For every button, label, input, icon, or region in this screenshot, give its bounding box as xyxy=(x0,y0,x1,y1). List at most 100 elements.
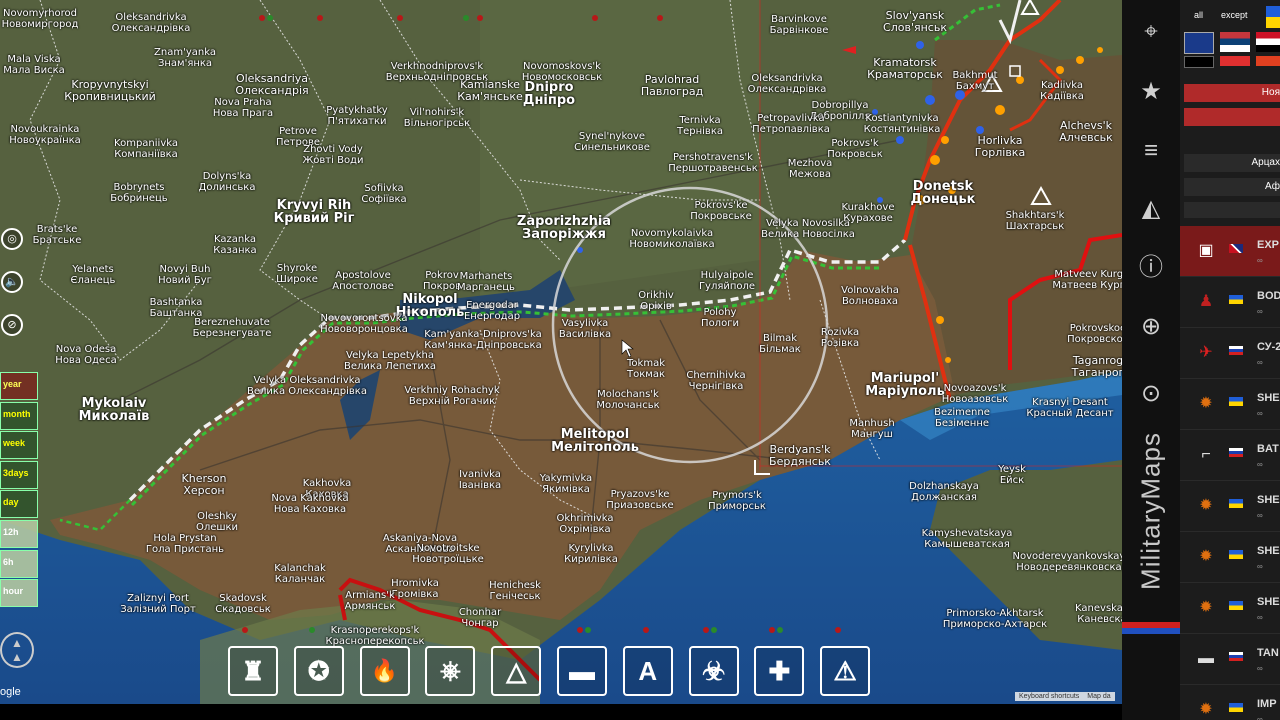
town-label[interactable]: Ternivka Тернівка xyxy=(677,115,723,137)
town-label[interactable]: Marhanets Марганець xyxy=(457,271,515,293)
filter-button-1[interactable]: Ноя xyxy=(1184,84,1280,102)
town-label[interactable]: Okhrimivka Охрімівка xyxy=(556,513,613,535)
town-label[interactable]: Krasnoperekops'k Красноперекопськ xyxy=(325,625,424,647)
list-icon[interactable]: ≡ xyxy=(1137,137,1165,165)
town-label[interactable]: Kompaniivka Компаніївка xyxy=(114,138,178,160)
biohazard-tool-button[interactable]: ☣ xyxy=(688,646,739,696)
town-label[interactable]: Oleshky Олешки xyxy=(196,511,238,533)
town-label[interactable]: Brats'ke Братське xyxy=(33,224,82,246)
town-label[interactable]: Skadovsk Скадовськ xyxy=(215,593,271,615)
city-label-pavlohrad[interactable]: Pavlohrad Павлоград xyxy=(641,74,703,98)
town-label[interactable]: Matveev KurganМатвеев Курган xyxy=(1052,269,1122,291)
town-label[interactable]: Kurakhove Курахове xyxy=(842,202,895,224)
event-row[interactable]: ▬ TAN ∞ xyxy=(1180,634,1280,685)
town-label[interactable]: Mala Viska Мала Виска xyxy=(3,54,64,76)
town-label[interactable]: Novoderevyankovskaya Новодеревянковская xyxy=(1013,551,1122,573)
town-label[interactable]: Novoazovs'k Новоазовськ xyxy=(942,383,1009,405)
city-label-slovyansk[interactable]: Slov'yansk Слов'янськ xyxy=(883,10,947,34)
town-label[interactable]: Novyi Buh Новий Буг xyxy=(158,264,212,286)
crosshair-icon[interactable]: ⊕ xyxy=(1137,313,1165,341)
location-pin-icon[interactable]: ⌖ xyxy=(1137,18,1165,46)
town-label[interactable]: Yakymivka Якимівка xyxy=(540,473,592,495)
town-label[interactable]: Polohy Пологи xyxy=(701,307,739,329)
tab-except[interactable]: except xyxy=(1221,10,1248,20)
time-filter-month[interactable]: month xyxy=(0,401,38,430)
filter-button-2[interactable] xyxy=(1184,108,1280,126)
town-label[interactable]: Oleksandrivka Олександрівка xyxy=(112,12,191,34)
time-filter-6h[interactable]: 6h xyxy=(0,549,38,578)
target-icon[interactable]: ◎ xyxy=(1,228,23,250)
town-label[interactable]: Zhovti Vody Жовті Води xyxy=(303,144,364,166)
town-label[interactable]: Prymors'k Приморськ xyxy=(708,490,766,512)
event-row[interactable]: ▣ EXP ∞ xyxy=(1180,226,1280,277)
route-tool-button[interactable]: ⎈ xyxy=(425,646,476,696)
town-label[interactable]: Novoukrainka Новоукраїнка xyxy=(9,124,81,146)
town-label[interactable]: Novovorontsovka Нововоронцовка xyxy=(320,313,408,335)
town-label[interactable]: Barvinkove Барвінкове xyxy=(770,14,829,36)
keyboard-shortcuts-link[interactable]: Keyboard shortcuts Map da xyxy=(1015,692,1115,701)
town-label[interactable]: Kalanchak Каланчак xyxy=(274,563,326,585)
triangle-nodes-tool-button[interactable]: △ xyxy=(491,646,542,696)
city-label-mariupol[interactable]: Mariupol' Маріуполь xyxy=(865,372,945,398)
town-label[interactable]: Sofiivka Софіївка xyxy=(361,183,406,205)
town-label[interactable]: Velyka Oleksandrivka Велика Олександрівка xyxy=(247,375,367,397)
town-label[interactable]: Hola Prystan Гола Пристань xyxy=(146,533,224,555)
town-label[interactable]: Ivanivka Іванівка xyxy=(459,469,501,491)
town-label[interactable]: Bereznehuvate Березнегувате xyxy=(193,317,272,339)
compass-icon[interactable]: ⊘ xyxy=(1,314,23,336)
town-label[interactable]: Yeysk Ейск xyxy=(998,464,1026,486)
town-label[interactable]: Novotroitske Новотроїцьке xyxy=(412,543,484,565)
city-label-kramatorsk[interactable]: Kramatorsk Краматорськ xyxy=(867,57,943,81)
town-label[interactable]: Vil'nohirs'k Вільногірськ xyxy=(404,107,470,129)
town-label[interactable]: Kam'yanka-Dniprovs'ka Кам'янка-Дніпровськ… xyxy=(424,329,542,351)
map-view[interactable]: Kropyvnytskyi Кропивницький Oleksandriya Ол… xyxy=(0,0,1122,704)
city-label-kirovohrad[interactable]: Kropyvnytskyi Кропивницький xyxy=(64,79,156,103)
time-filter-12h[interactable]: 12h xyxy=(0,519,38,548)
gauge-icon[interactable]: ⊙ xyxy=(1137,380,1165,408)
town-label[interactable]: Novomyrhorod Новомиргород xyxy=(2,8,79,30)
north-arrow-button[interactable]: ▲ ▲ xyxy=(0,632,34,668)
city-label-donetsk[interactable]: Donetsk Донецьк xyxy=(911,180,976,206)
town-label[interactable]: Dolyns'ka Долинська xyxy=(199,171,256,193)
city-label-alchevsk[interactable]: Alchevs'k Алчевськ xyxy=(1059,120,1112,144)
flag-syria[interactable] xyxy=(1256,32,1280,52)
time-filter-week[interactable]: week xyxy=(0,431,38,460)
town-label[interactable]: Tokmak Токмак xyxy=(627,358,665,380)
town-label[interactable]: Shakhtars'k Шахтарськ xyxy=(1006,210,1065,232)
town-label[interactable]: Shyroke Широке xyxy=(276,263,318,285)
town-label[interactable]: Energodar Енергодар xyxy=(464,300,520,322)
event-row[interactable]: ✹ IMP ∞ xyxy=(1180,685,1280,720)
town-label[interactable]: Petropavlivka Петропавлівка xyxy=(752,113,830,135)
town-label[interactable]: Vasylivka Василівка xyxy=(559,318,611,340)
city-label-kryvyi-rih[interactable]: Kryvyi Rih Кривий Ріг xyxy=(274,199,355,225)
text-tool-button[interactable]: A xyxy=(622,646,673,696)
city-label-taganrog[interactable]: Taganrog Таганрог xyxy=(1072,355,1122,379)
town-label[interactable]: Verkhniy Rohachyk Верхній Рогачик xyxy=(404,385,499,407)
town-label[interactable]: Nova Praha Нова Прага xyxy=(213,97,273,119)
town-label[interactable]: Molochans'k Молочанськ xyxy=(596,389,659,411)
town-label[interactable]: Chonhar Чонгар xyxy=(459,607,501,629)
town-label[interactable]: Nova Odesa Нова Одеса xyxy=(55,344,116,366)
ruler-tool-button[interactable]: ▬ xyxy=(557,646,607,696)
town-label[interactable]: Armians'k Армянськ xyxy=(345,590,396,612)
navigation-icon[interactable]: ◭ xyxy=(1137,195,1165,223)
medical-cross-tool-button[interactable]: ✚ xyxy=(754,646,805,696)
town-label[interactable]: PokrovskoeПокровское xyxy=(1067,323,1122,345)
filter-region-1[interactable]: Арцах xyxy=(1184,154,1280,172)
town-label[interactable]: Orikhiv Оріхів xyxy=(638,290,674,312)
town-label[interactable]: Pryazovs'ke Приазовське xyxy=(606,489,673,511)
city-label-mykolaiv[interactable]: Mykolaiv Миколаїв xyxy=(79,397,150,423)
city-label-dnipro[interactable]: Dnipro Дніпро xyxy=(523,81,575,107)
town-label[interactable]: Mezhova Межова xyxy=(788,158,833,180)
city-label-oleksandriya[interactable]: Oleksandriya Олександрія xyxy=(235,73,308,97)
town-label[interactable]: Kyrylivka Кирилівка xyxy=(564,543,618,565)
town-label[interactable]: Velyka Lepetykha Велика Лепетиха xyxy=(344,350,436,372)
town-label[interactable]: Yelanets Єланець xyxy=(71,264,116,286)
town-label[interactable]: Apostolove Апостолове xyxy=(332,270,394,292)
town-label[interactable]: Synel'nykove Синельникове xyxy=(574,131,650,153)
town-label[interactable]: Kazanka Казанка xyxy=(213,234,256,256)
town-label[interactable]: Pokrov Покров xyxy=(423,270,461,292)
city-label-melitopol[interactable]: Melitopol Мелітополь xyxy=(551,428,639,454)
town-label[interactable]: Pokrovs'ke Покровське xyxy=(690,200,752,222)
town-label[interactable]: Znam'yanka Знам'янка xyxy=(154,47,216,69)
